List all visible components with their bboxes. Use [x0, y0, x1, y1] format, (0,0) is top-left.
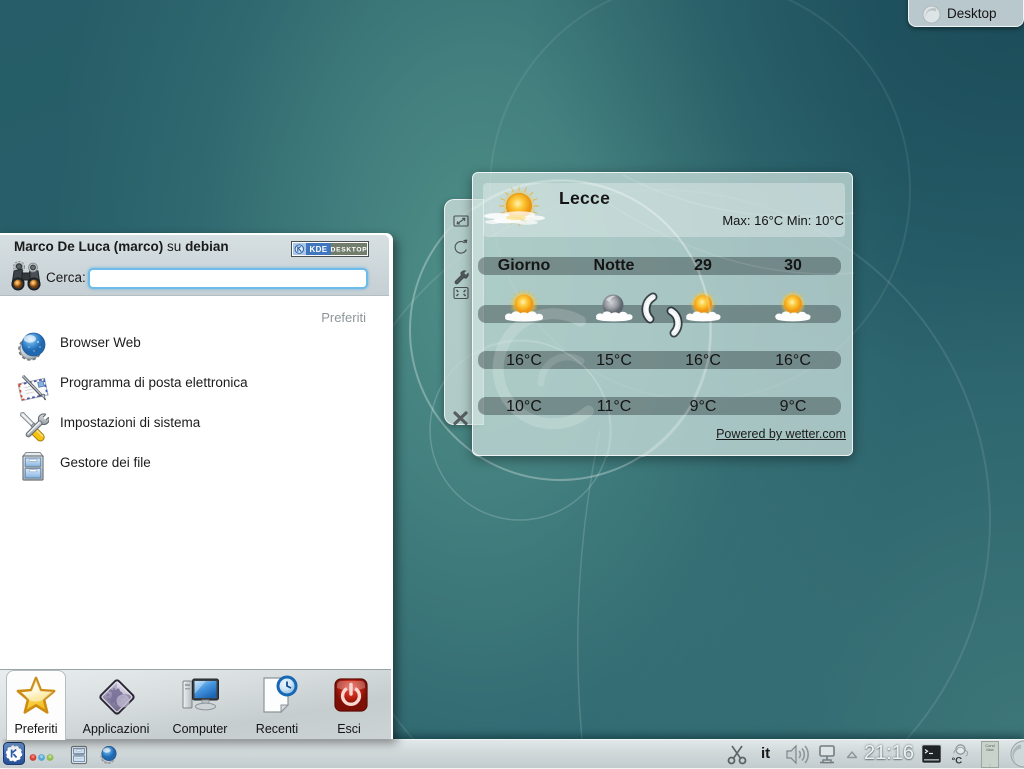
- svg-text:KDE: KDE: [309, 245, 327, 254]
- svg-text:DESKTOP: DESKTOP: [331, 247, 368, 254]
- svg-text:°C: °C: [952, 756, 963, 767]
